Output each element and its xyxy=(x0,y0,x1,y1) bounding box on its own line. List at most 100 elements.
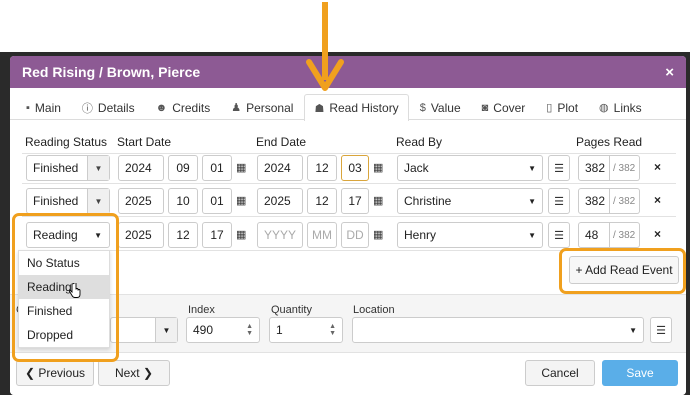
previous-button[interactable]: ❮ Previous xyxy=(16,360,94,386)
globe-icon: ◍ xyxy=(599,102,609,114)
status-value: Finished xyxy=(33,161,79,175)
column-start-date: Start Date xyxy=(117,134,172,149)
tab-label: Personal xyxy=(246,100,294,115)
close-icon[interactable]: × xyxy=(665,64,674,81)
tab-label: Details xyxy=(97,100,135,115)
start-day-field[interactable]: 01 xyxy=(202,188,232,214)
tab-credits[interactable]: ☻ Credits xyxy=(146,94,221,120)
read-by-value: Jack xyxy=(404,161,429,175)
delete-icon[interactable]: × xyxy=(654,227,661,241)
read-by-select[interactable]: Jack ▼ xyxy=(397,155,543,181)
cancel-button[interactable]: Cancel xyxy=(525,360,595,386)
end-year-field[interactable]: 2024 xyxy=(257,155,303,181)
modal-header: Red Rising / Brown, Pierce × xyxy=(10,56,686,88)
chevron-down-icon: ▼ xyxy=(629,325,637,335)
reader-icon: ☗ xyxy=(314,102,325,115)
pages-read-field[interactable]: 382 xyxy=(578,155,610,181)
column-end-date: End Date xyxy=(256,134,307,149)
book-icon: ▪ xyxy=(26,101,30,114)
chevron-down-icon: ▼ xyxy=(87,189,109,213)
calendar-icon[interactable]: ▦ xyxy=(236,161,246,174)
location-select[interactable]: ▼ xyxy=(352,317,644,343)
calendar-icon[interactable]: ▦ xyxy=(236,228,246,241)
end-year-field[interactable]: YYYY xyxy=(257,222,303,248)
spinner-icon: ▲ ▼ xyxy=(329,323,336,337)
end-day-field[interactable]: 03 xyxy=(341,155,369,181)
calendar-icon[interactable]: ▦ xyxy=(373,194,383,207)
column-read-by: Read By xyxy=(396,134,443,149)
list-icon[interactable]: ☰ xyxy=(548,188,570,214)
info-icon: ⓘ xyxy=(81,102,93,115)
calendar-icon[interactable]: ▦ xyxy=(373,161,383,174)
end-month-field[interactable]: 12 xyxy=(307,188,337,214)
start-month-field[interactable]: 10 xyxy=(168,188,198,214)
chevron-down-icon: ▼ xyxy=(155,318,177,342)
tab-label: Value xyxy=(430,100,461,115)
chevron-down-icon: ▼ xyxy=(87,156,109,180)
camera-icon: ◙ xyxy=(481,101,489,114)
start-month-field[interactable]: 12 xyxy=(168,222,198,248)
tab-main[interactable]: ▪ Main xyxy=(16,94,71,120)
start-year-field[interactable]: 2025 xyxy=(118,188,164,214)
start-day-field[interactable]: 17 xyxy=(202,222,232,248)
quantity-field[interactable]: 1 ▲ ▼ xyxy=(269,317,343,343)
delete-icon[interactable]: × xyxy=(654,160,661,174)
next-button[interactable]: Next ❯ xyxy=(98,360,170,386)
spinner-icon: ▲ ▼ xyxy=(246,323,253,337)
end-month-field[interactable]: 12 xyxy=(307,155,337,181)
hidden-select[interactable]: ▼ xyxy=(110,317,178,343)
index-value: 490 xyxy=(193,323,214,337)
table-row: Reading ▼ 2025 12 17 ▦ YYYY MM DD ▦ Henry… xyxy=(22,219,676,251)
list-icon[interactable]: ☰ xyxy=(548,155,570,181)
tab-cover[interactable]: ◙ Cover xyxy=(472,94,536,120)
read-history-header: Reading Status Start Date End Date Read … xyxy=(22,130,676,154)
column-pages-read: Pages Read xyxy=(576,134,643,149)
delete-icon[interactable]: × xyxy=(654,193,661,207)
quantity-label: Quantity xyxy=(271,304,312,316)
dollar-icon: $ xyxy=(419,101,426,114)
status-value: Finished xyxy=(33,194,79,208)
list-icon[interactable]: ☰ xyxy=(650,317,672,343)
users-icon: ☻ xyxy=(155,101,168,114)
chevron-down-icon: ▼ xyxy=(528,163,536,173)
total-pages: / 382 xyxy=(610,155,640,181)
chevron-down-icon: ▼ xyxy=(528,196,536,206)
end-day-field[interactable]: DD xyxy=(341,222,369,248)
calendar-icon[interactable]: ▦ xyxy=(236,194,246,207)
read-by-select[interactable]: Henry ▼ xyxy=(397,222,543,248)
file-icon: ▯ xyxy=(546,102,553,114)
index-field[interactable]: 490 ▲ ▼ xyxy=(186,317,260,343)
end-year-field[interactable]: 2025 xyxy=(257,188,303,214)
read-by-select[interactable]: Christine ▼ xyxy=(397,188,543,214)
tab-label: Cover xyxy=(493,100,526,115)
start-year-field[interactable]: 2025 xyxy=(118,222,164,248)
total-pages: / 382 xyxy=(610,222,640,248)
tab-personal[interactable]: ♟ Personal xyxy=(221,94,303,120)
table-row: Finished ▼ 2025 10 01 ▦ 2025 12 17 ▦ Chri… xyxy=(22,185,676,217)
tab-value[interactable]: $ Value xyxy=(410,94,471,120)
calendar-icon[interactable]: ▦ xyxy=(373,228,383,241)
tab-links[interactable]: ◍ Links xyxy=(589,94,652,120)
tab-label: Credits xyxy=(172,100,211,115)
end-day-field[interactable]: 17 xyxy=(341,188,369,214)
end-month-field[interactable]: MM xyxy=(307,222,337,248)
tab-label: Main xyxy=(34,100,61,115)
start-month-field[interactable]: 09 xyxy=(168,155,198,181)
pages-read-field[interactable]: 382 xyxy=(578,188,610,214)
pages-read-field[interactable]: 48 xyxy=(578,222,610,248)
tab-read-history[interactable]: ☗ Read History xyxy=(304,94,409,121)
tab-plot[interactable]: ▯ Plot xyxy=(536,94,588,120)
save-button[interactable]: Save xyxy=(602,360,678,386)
list-icon[interactable]: ☰ xyxy=(548,222,570,248)
location-label: Location xyxy=(353,304,395,316)
highlight-box xyxy=(559,248,686,294)
tab-details[interactable]: ⓘ Details xyxy=(72,94,145,120)
read-by-value: Henry xyxy=(404,228,437,242)
index-label: Index xyxy=(188,304,215,316)
status-select[interactable]: Finished ▼ xyxy=(26,155,110,181)
highlight-box xyxy=(12,213,119,362)
start-day-field[interactable]: 01 xyxy=(202,155,232,181)
start-year-field[interactable]: 2024 xyxy=(118,155,164,181)
status-select[interactable]: Finished ▼ xyxy=(26,188,110,214)
table-row: Finished ▼ 2024 09 01 ▦ 2024 12 03 ▦ Jack… xyxy=(22,152,676,184)
